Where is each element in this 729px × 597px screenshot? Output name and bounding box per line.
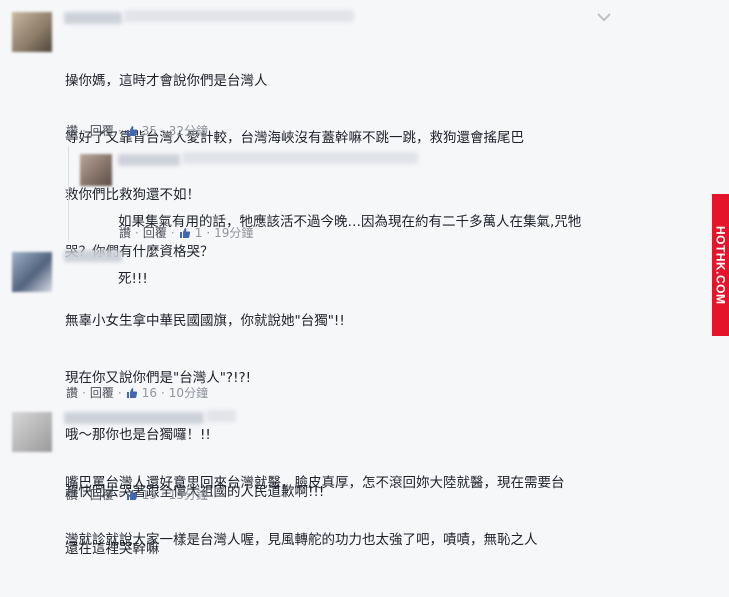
separator: · [82, 123, 86, 138]
comment-3: 無辜小女生拿中華民國國旗，你就說她"台獨"!! 現在你又說你們是"台灣人"?!?… [0, 244, 710, 557]
separator: · [206, 225, 211, 240]
comment-line: 操你媽，這時才會說你們是台灣人 [65, 73, 268, 89]
separator: · [117, 385, 122, 400]
comment-text: 嘴巴罵台灣人還好意思回來台灣就醫，臉皮真厚，怎不滾回妳大陸就醫，現在需要台 灣就… [65, 436, 565, 588]
timestamp[interactable]: 13分鐘 [169, 486, 208, 503]
separator: · [117, 123, 122, 138]
comment-actions: 讚 · 回覆 · 16 · 10分鐘 [66, 384, 208, 401]
separator: · [135, 225, 139, 240]
chevron-down-icon[interactable] [597, 12, 611, 22]
comment-line: 灣就診就說大家一樣是台灣人喔，見風轉舵的功力也太強了吧，嘖嘖，無恥之人 [65, 532, 538, 548]
reply-link[interactable]: 回覆 [90, 384, 114, 401]
reply-link[interactable]: 回覆 [143, 224, 167, 241]
commenter-name[interactable] [118, 154, 180, 166]
reply-link[interactable]: 回覆 [90, 122, 114, 139]
avatar[interactable] [12, 12, 52, 52]
separator: · [160, 123, 165, 138]
like-count[interactable]: 15 [142, 488, 157, 502]
commenter-name-extra [182, 152, 418, 164]
thumbs-up-icon[interactable] [179, 227, 191, 239]
avatar[interactable] [80, 154, 112, 186]
separator: · [117, 487, 122, 502]
like-count[interactable]: 35 [142, 124, 157, 138]
like-link[interactable]: 讚 [66, 486, 78, 503]
comment-1: 操你媽，這時才會說你們是台灣人 等好了又靠背台灣人愛計較，台灣海峽沒有蓋幹嘛不跳… [0, 0, 710, 260]
watermark-text: HOTHK.COM [713, 225, 728, 305]
separator: · [82, 487, 86, 502]
like-link[interactable]: 讚 [119, 224, 131, 241]
like-count[interactable]: 1 [195, 226, 203, 240]
thumbs-up-icon[interactable] [126, 489, 138, 501]
thumbs-up-icon[interactable] [126, 387, 138, 399]
separator: · [160, 487, 165, 502]
avatar[interactable] [12, 412, 52, 452]
commenter-name-extra [124, 10, 354, 22]
comment-actions: 讚 · 回覆 · 1 · 19分鐘 [119, 224, 253, 241]
timestamp[interactable]: 19分鐘 [214, 224, 253, 241]
timestamp[interactable]: 32分鐘 [169, 122, 208, 139]
commenter-name[interactable] [64, 12, 122, 24]
like-link[interactable]: 讚 [66, 384, 78, 401]
like-link[interactable]: 讚 [66, 122, 78, 139]
like-count[interactable]: 16 [142, 386, 157, 400]
reply-comment: 如果集氣有用的話，牠應該活不過今晚…因為現在約有二千多萬人在集氣,咒牠 死!!!… [0, 146, 710, 287]
commenter-name-extra [206, 410, 236, 422]
comment-4: 嘴巴罵台灣人還好意思回來台灣就醫，臉皮真厚，怎不滾回妳大陸就醫，現在需要台 灣就… [0, 404, 710, 548]
commenter-name[interactable] [64, 412, 204, 424]
thumbs-up-icon[interactable] [126, 125, 138, 137]
reply-link[interactable]: 回覆 [90, 486, 114, 503]
separator: · [170, 225, 175, 240]
separator: · [160, 385, 165, 400]
avatar[interactable] [12, 252, 52, 292]
comment-actions: 讚 · 回覆 · 15 · 13分鐘 [66, 486, 208, 503]
timestamp[interactable]: 10分鐘 [169, 384, 208, 401]
comment-actions: 讚 · 回覆 · 35 · 32分鐘 [66, 122, 208, 139]
commenter-name[interactable] [64, 250, 122, 262]
watermark: HOTHK.COM [712, 194, 729, 336]
comment-line: 無辜小女生拿中華民國國旗，你就說她"台獨"!! [65, 313, 345, 329]
separator: · [82, 385, 86, 400]
